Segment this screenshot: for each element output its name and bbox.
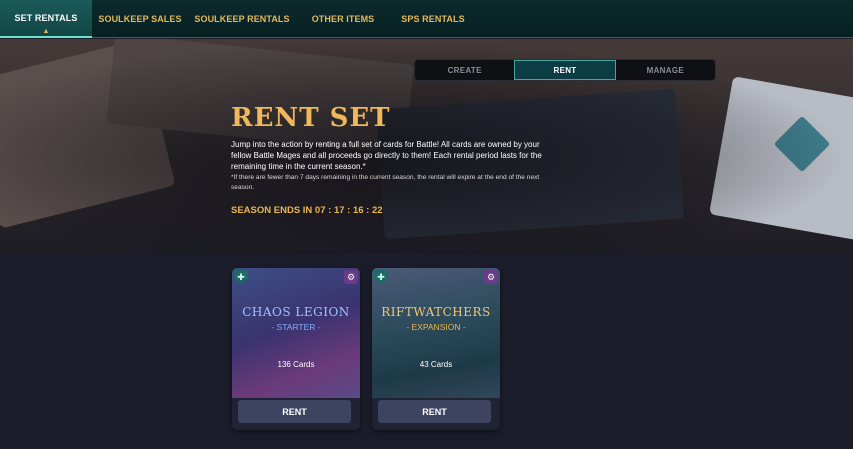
tab-soulkeep-sales[interactable]: SOULKEEP SALES [92, 0, 188, 38]
hero-description: Jump into the action by renting a full s… [231, 140, 542, 171]
create-button[interactable]: CREATE [415, 60, 514, 80]
card-art [372, 268, 500, 398]
set-card-riftwatchers[interactable]: ✚ ⚙ RIFTWATCHERS - EXPANSION - 43 Cards … [372, 268, 500, 430]
tab-label: SOULKEEP RENTALS [194, 14, 290, 24]
gear-icon: ⚙ [344, 270, 358, 284]
hero-footnote: *If there are fewer than 7 days remainin… [231, 174, 540, 191]
set-title: CHAOS LEGION [242, 305, 350, 319]
set-card-chaos-legion[interactable]: ✚ ⚙ CHAOS LEGION - STARTER - 136 Cards R… [232, 268, 360, 430]
tab-label: OTHER ITEMS [311, 14, 375, 24]
gear-icon: ⚙ [484, 270, 498, 284]
tab-label: SPS RENTALS [401, 14, 465, 24]
tab-soulkeep-rentals[interactable]: SOULKEEP RENTALS [188, 0, 296, 38]
tab-label: SET RENTALS [14, 13, 78, 23]
tab-sps-rentals[interactable]: SPS RENTALS [390, 0, 476, 38]
season-countdown: SEASON ENDS IN 07 : 17 : 16 : 22 [231, 205, 383, 216]
card-art [232, 268, 360, 398]
top-nav: SET RENTALS ▲ SOULKEEP SALES SOULKEEP RE… [0, 0, 853, 38]
card-count: 136 Cards [277, 360, 315, 369]
rent-button[interactable]: RENT [238, 400, 351, 423]
rent-mode-button[interactable]: RENT [514, 60, 616, 80]
set-subtitle: - STARTER - [271, 322, 321, 332]
set-title: RIFTWATCHERS [381, 305, 491, 319]
set-subtitle: - EXPANSION - [406, 322, 466, 332]
tab-set-rentals[interactable]: SET RENTALS ▲ [0, 0, 92, 38]
mode-switch: CREATE RENT MANAGE [414, 59, 716, 81]
card-count: 43 Cards [419, 360, 453, 369]
caret-up-icon: ▲ [42, 28, 50, 35]
manage-button[interactable]: MANAGE [616, 60, 715, 80]
tab-label: SOULKEEP SALES [98, 14, 182, 24]
page-title: RENT SET [231, 103, 391, 133]
rent-button[interactable]: RENT [378, 400, 491, 423]
tab-other-items[interactable]: OTHER ITEMS [296, 0, 390, 38]
